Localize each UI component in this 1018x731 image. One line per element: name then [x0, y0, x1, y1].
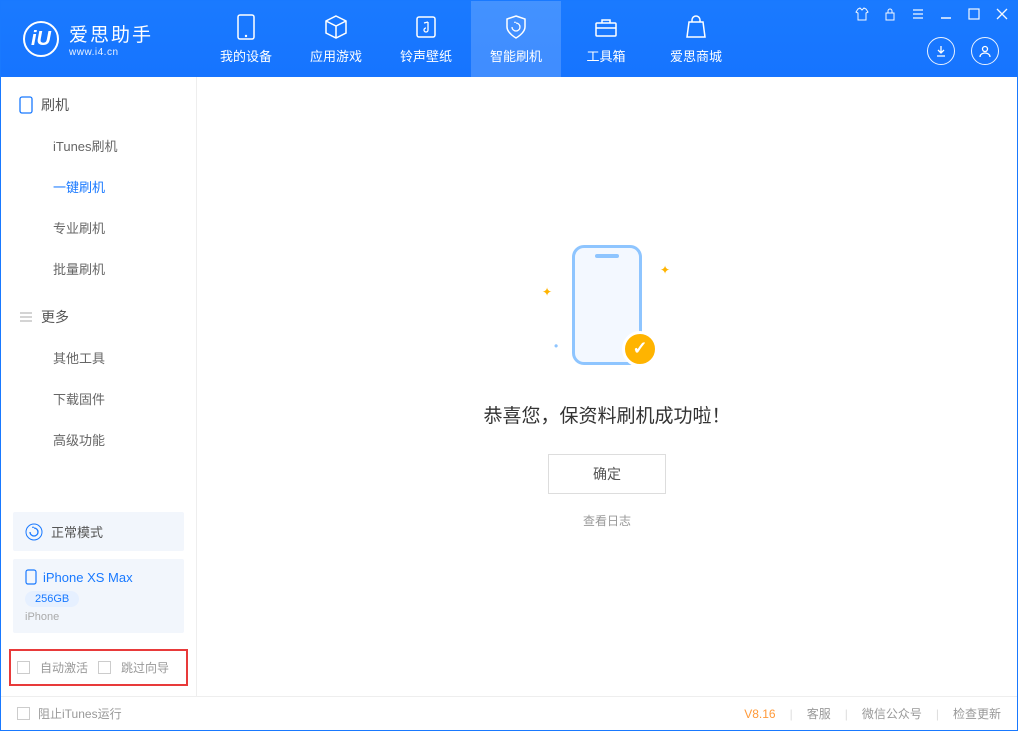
phone-outline-icon — [19, 96, 33, 114]
titlebar: iU 爱思助手 www.i4.cn 我的设备 应用游戏 铃声壁纸 智能刷机 — [1, 1, 1017, 77]
device-type: iPhone — [25, 611, 172, 623]
shield-refresh-icon — [503, 14, 529, 40]
close-icon[interactable] — [995, 7, 1009, 21]
label-skip-guide: 跳过向导 — [121, 659, 169, 676]
shopping-bag-icon — [683, 14, 709, 40]
lock-icon[interactable] — [883, 7, 897, 21]
toolbox-icon — [593, 14, 619, 40]
tab-ringtones-wallpapers[interactable]: 铃声壁纸 — [381, 1, 471, 77]
label-block-itunes: 阻止iTunes运行 — [38, 705, 122, 722]
user-icon[interactable] — [971, 37, 999, 65]
sidebar-section-title: 刷机 — [41, 95, 69, 115]
main-content: ✦ ✦ • ✓ 恭喜您，保资料刷机成功啦！ 确定 查看日志 — [197, 77, 1017, 696]
device-icon — [233, 14, 259, 40]
tab-i4-store[interactable]: 爱思商城 — [651, 1, 741, 77]
link-wechat[interactable]: 微信公众号 — [862, 705, 922, 722]
link-check-update[interactable]: 检查更新 — [953, 705, 1001, 722]
app-url: www.i4.cn — [69, 47, 153, 58]
device-box[interactable]: iPhone XS Max 256GB iPhone — [13, 559, 184, 633]
tab-label: 爱思商城 — [670, 46, 722, 65]
minimize-icon[interactable] — [939, 7, 953, 21]
tab-my-device[interactable]: 我的设备 — [201, 1, 291, 77]
tab-apps-games[interactable]: 应用游戏 — [291, 1, 381, 77]
success-message: 恭喜您，保资料刷机成功啦！ — [483, 401, 730, 428]
download-icon[interactable] — [927, 37, 955, 65]
tab-label: 工具箱 — [586, 46, 625, 65]
app-name: 爱思助手 — [69, 20, 153, 47]
maximize-icon[interactable] — [967, 7, 981, 21]
device-name: iPhone XS Max — [25, 569, 172, 585]
tab-label: 我的设备 — [220, 46, 272, 65]
window-controls — [855, 7, 1009, 21]
logo-icon: iU — [23, 21, 59, 57]
sidebar-item-oneclick-flash[interactable]: 一键刷机 — [1, 166, 196, 207]
cube-icon — [323, 14, 349, 40]
success-illustration: ✦ ✦ • ✓ — [522, 245, 692, 375]
checkbox-auto-activate[interactable] — [17, 661, 30, 674]
sparkle-icon: ✦ — [660, 263, 670, 277]
sidebar-section-flash: 刷机 — [1, 77, 196, 125]
sidebar-item-batch-flash[interactable]: 批量刷机 — [1, 248, 196, 289]
statusbar: 阻止iTunes运行 V8.16 | 客服 | 微信公众号 | 检查更新 — [1, 696, 1017, 730]
list-icon — [19, 310, 33, 324]
link-support[interactable]: 客服 — [807, 705, 831, 722]
mode-label: 正常模式 — [51, 522, 103, 541]
sidebar-item-other-tools[interactable]: 其他工具 — [1, 337, 196, 378]
checkmark-icon: ✓ — [622, 331, 658, 367]
music-note-icon — [413, 14, 439, 40]
sidebar-item-download-firmware[interactable]: 下载固件 — [1, 378, 196, 419]
tab-label: 铃声壁纸 — [400, 46, 452, 65]
bottom-options-highlight: 自动激活 跳过向导 — [9, 649, 188, 686]
mode-box[interactable]: 正常模式 — [13, 512, 184, 551]
checkbox-skip-guide[interactable] — [98, 661, 111, 674]
shirt-icon[interactable] — [855, 7, 869, 21]
sparkle-icon: ✦ — [542, 285, 552, 299]
sidebar-item-advanced[interactable]: 高级功能 — [1, 419, 196, 460]
sidebar-section-title: 更多 — [41, 307, 69, 327]
menu-icon[interactable] — [911, 7, 925, 21]
refresh-icon — [25, 523, 43, 541]
tab-label: 智能刷机 — [490, 46, 542, 65]
checkbox-block-itunes[interactable] — [17, 707, 30, 720]
device-storage-badge: 256GB — [25, 591, 79, 607]
sparkle-icon: • — [554, 339, 558, 353]
tab-toolbox[interactable]: 工具箱 — [561, 1, 651, 77]
phone-small-icon — [25, 569, 37, 585]
nav-tabs: 我的设备 应用游戏 铃声壁纸 智能刷机 工具箱 爱思商城 — [201, 1, 741, 77]
label-auto-activate: 自动激活 — [40, 659, 88, 676]
sidebar-section-more: 更多 — [1, 289, 196, 337]
view-log-link[interactable]: 查看日志 — [583, 512, 631, 529]
tab-label: 应用游戏 — [310, 46, 362, 65]
ok-button[interactable]: 确定 — [548, 454, 666, 494]
tab-smart-flash[interactable]: 智能刷机 — [471, 1, 561, 77]
app-logo: iU 爱思助手 www.i4.cn — [1, 20, 201, 58]
sidebar-item-itunes-flash[interactable]: iTunes刷机 — [1, 125, 196, 166]
sidebar-item-pro-flash[interactable]: 专业刷机 — [1, 207, 196, 248]
version-label: V8.16 — [744, 707, 775, 721]
header-actions — [927, 37, 999, 65]
sidebar: 刷机 iTunes刷机 一键刷机 专业刷机 批量刷机 更多 其他工具 下载固件 … — [1, 77, 197, 696]
